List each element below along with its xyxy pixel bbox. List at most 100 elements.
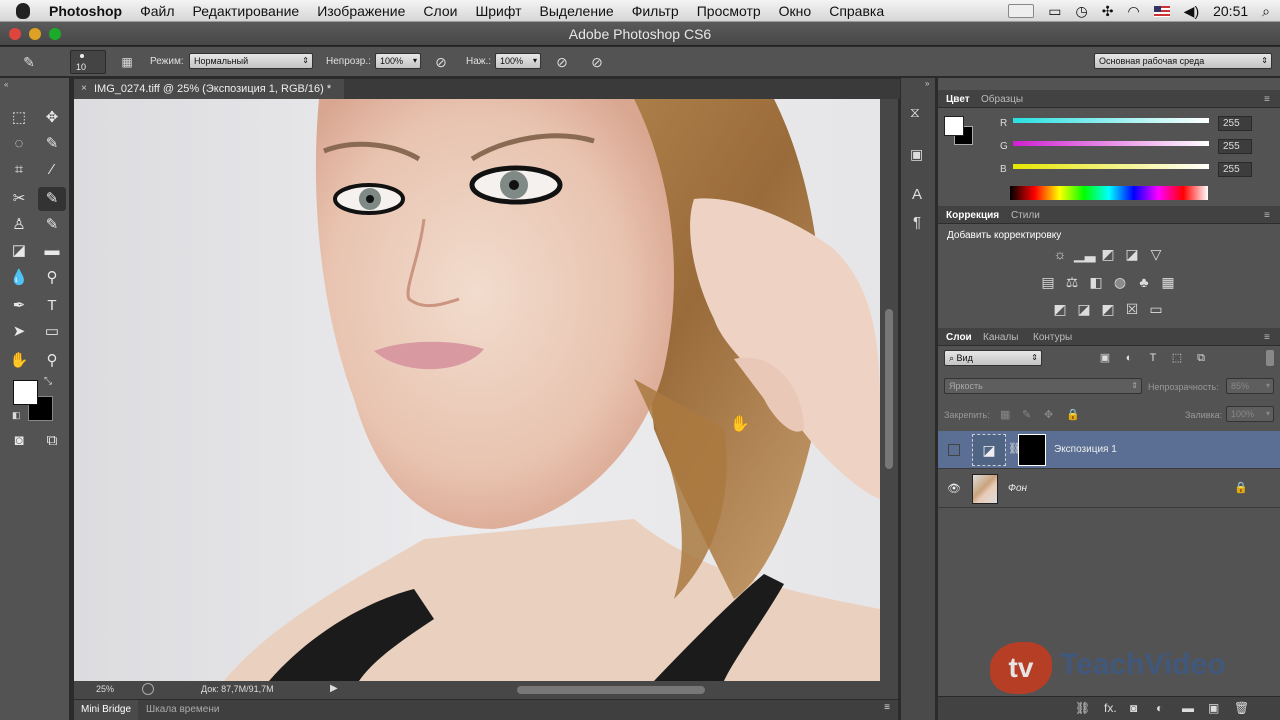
tab-swatches[interactable]: Образцы: [981, 94, 1023, 105]
pen-tool-icon[interactable]: ✒: [5, 294, 33, 318]
lasso-tool-icon[interactable]: ◌: [5, 132, 33, 156]
panel-menu-icon[interactable]: ≡: [1264, 210, 1270, 221]
lock-move-icon[interactable]: ✥: [1044, 408, 1053, 421]
panel-collapse-icon[interactable]: «: [4, 80, 8, 89]
filter-toggle[interactable]: [1266, 350, 1274, 366]
flag-icon[interactable]: [1153, 5, 1170, 17]
menu-window[interactable]: Окно: [770, 3, 821, 19]
pressure-opacity-icon[interactable]: ⊘: [430, 51, 452, 73]
menu-filter[interactable]: Фильтр: [623, 3, 688, 19]
default-colors-icon[interactable]: ◧: [12, 410, 21, 421]
menu-file[interactable]: Файл: [131, 3, 183, 19]
tab-paths[interactable]: Контуры: [1033, 332, 1072, 343]
layer-filter-select[interactable]: ⌕ Вид ⇕: [944, 350, 1042, 366]
quick-mask-icon[interactable]: ◙: [5, 429, 33, 453]
panel-menu-icon[interactable]: ≡: [1264, 94, 1270, 105]
filter-type-icon[interactable]: T: [1143, 350, 1163, 366]
brush-tool-preset-icon[interactable]: ✎: [18, 51, 40, 73]
vibrance-adjust-icon[interactable]: ▤: [1038, 274, 1058, 290]
wifi-icon[interactable]: ◠: [1127, 3, 1139, 20]
foreground-color-swatch[interactable]: [13, 380, 38, 405]
blur-tool-icon[interactable]: 💧: [5, 266, 33, 290]
timemachine-icon[interactable]: ◷: [1076, 3, 1088, 20]
lock-pixels-icon[interactable]: ▦: [1000, 408, 1010, 421]
tab-layers[interactable]: Слои: [946, 332, 972, 343]
levels-adjust-icon[interactable]: ▁▃: [1074, 246, 1096, 262]
channel-r-slider[interactable]: [1013, 118, 1209, 123]
channel-b-slider[interactable]: [1013, 164, 1209, 169]
curves-adjust-icon[interactable]: ◩: [1098, 246, 1118, 262]
layer-name[interactable]: Экспозиция 1: [1054, 444, 1117, 455]
channel-b-value[interactable]: 255: [1218, 162, 1252, 177]
channel-r-value[interactable]: 255: [1218, 116, 1252, 131]
gradient-map-adjust-icon[interactable]: ▭: [1146, 301, 1166, 317]
bluetooth-icon[interactable]: ✣: [1102, 3, 1114, 20]
lock-paint-icon[interactable]: ✎: [1022, 408, 1031, 421]
display-icon[interactable]: ▭: [1048, 3, 1061, 20]
color-spectrum-bar[interactable]: [1010, 186, 1208, 200]
gradient-adjust-icon[interactable]: ▽: [1146, 246, 1166, 262]
group-icon[interactable]: ▬: [1182, 701, 1194, 715]
exposure-adjust-icon[interactable]: ◪: [1122, 246, 1142, 262]
filter-shape-icon[interactable]: ⬚: [1167, 350, 1187, 366]
color-balance-adjust-icon[interactable]: ◧: [1086, 274, 1106, 290]
photo-filter-adjust-icon[interactable]: ♣: [1134, 274, 1154, 290]
airbrush-icon[interactable]: ⊘: [551, 51, 573, 73]
fx-icon[interactable]: fx.: [1104, 701, 1117, 715]
mode-select[interactable]: Нормальный ⇕: [189, 53, 313, 69]
eyedropper-tool-icon[interactable]: ⁄: [38, 158, 66, 182]
pressure-input[interactable]: 100% ▾: [495, 53, 541, 69]
clock[interactable]: 20:51: [1213, 3, 1248, 19]
filter-smart-icon[interactable]: ⧉: [1191, 350, 1211, 366]
brush-tool-icon[interactable]: ✎: [38, 187, 66, 211]
tab-channels[interactable]: Каналы: [983, 332, 1019, 343]
menu-type[interactable]: Шрифт: [466, 3, 530, 19]
brush-size-picker[interactable]: 10: [70, 50, 106, 74]
posterize-adjust-icon[interactable]: ◪: [1074, 301, 1094, 317]
shape-tool-icon[interactable]: ▭: [38, 320, 66, 344]
volume-icon[interactable]: ◀): [1184, 3, 1199, 20]
menu-layers[interactable]: Слои: [414, 3, 466, 19]
document-tab[interactable]: × IMG_0274.tiff @ 25% (Экспозиция 1, RGB…: [74, 79, 344, 99]
menu-view[interactable]: Просмотр: [688, 3, 770, 19]
character-panel-icon[interactable]: A: [912, 186, 922, 203]
quick-select-tool-icon[interactable]: ✎: [38, 132, 66, 156]
tab-styles[interactable]: Стили: [1011, 210, 1040, 221]
trash-icon[interactable]: 🗑: [1234, 701, 1249, 715]
layer-row-background[interactable]: 👁 Фон 🔒: [938, 470, 1280, 508]
menu-help[interactable]: Справка: [820, 3, 893, 19]
hue-sat-adjust-icon[interactable]: ⚖: [1062, 274, 1082, 290]
properties-panel-icon[interactable]: ▣: [910, 146, 923, 163]
panel-menu-icon[interactable]: ≡: [884, 702, 890, 713]
eye-icon[interactable]: 👁: [947, 482, 961, 495]
menu-select[interactable]: Выделение: [531, 3, 623, 19]
layer-name[interactable]: Фон: [1008, 483, 1027, 494]
close-tab-icon[interactable]: ×: [81, 79, 87, 99]
channel-g-value[interactable]: 255: [1218, 139, 1252, 154]
invert-adjust-icon[interactable]: ◩: [1050, 301, 1070, 317]
menubar-extra-icon[interactable]: [1008, 4, 1035, 18]
visibility-toggle-empty[interactable]: [948, 444, 960, 456]
link-layers-icon[interactable]: ⛓: [1075, 701, 1090, 715]
status-arrow-icon[interactable]: ▶: [330, 683, 338, 694]
swap-colors-icon[interactable]: ⤡: [44, 376, 52, 387]
layer-opacity-input[interactable]: 85% ▾: [1226, 378, 1274, 394]
layer-mask-thumb[interactable]: [1018, 434, 1046, 466]
bw-adjust-icon[interactable]: ◍: [1110, 274, 1130, 290]
marquee-tool-icon[interactable]: ⬚: [5, 106, 33, 130]
close-window-button[interactable]: [9, 28, 21, 40]
eraser-tool-icon[interactable]: ◪: [5, 239, 33, 263]
document-canvas[interactable]: ✋: [74, 99, 880, 681]
new-adjust-icon[interactable]: ◐: [1156, 701, 1163, 715]
crop-tool-icon[interactable]: ⌗: [5, 158, 33, 182]
minimize-window-button[interactable]: [29, 28, 41, 40]
tab-timeline[interactable]: Шкала времени: [146, 704, 219, 715]
vertical-scroll-thumb[interactable]: [885, 309, 893, 469]
pressure-size-icon[interactable]: ⊘: [586, 51, 608, 73]
tab-adjustments[interactable]: Коррекция: [946, 210, 999, 221]
selective-color-adjust-icon[interactable]: ☒: [1122, 301, 1142, 317]
workspace-select[interactable]: Основная рабочая среда ⇕: [1094, 53, 1272, 69]
lock-all-icon[interactable]: 🔒: [1066, 408, 1080, 421]
add-mask-icon[interactable]: ◙: [1130, 701, 1137, 715]
menu-edit[interactable]: Редактирование: [184, 3, 309, 19]
